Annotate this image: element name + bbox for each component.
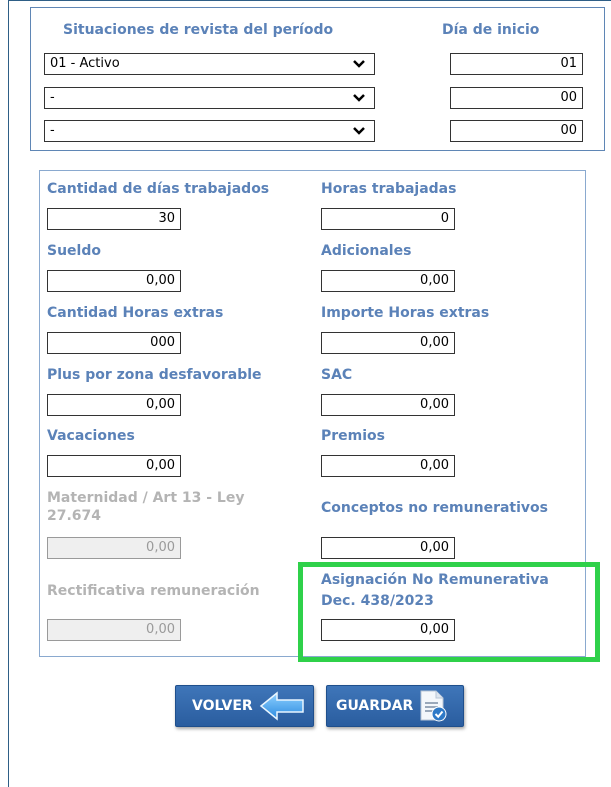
guardar-label: GUARDAR <box>336 698 414 714</box>
adicionales-input[interactable]: 0,00 <box>321 270 455 292</box>
chevron-down-icon <box>353 94 365 102</box>
vacaciones-label: Vacaciones <box>47 428 135 444</box>
horas-trabajadas-input[interactable]: 0 <box>321 208 455 230</box>
plus-zona-input[interactable]: 0,00 <box>47 394 181 416</box>
sac-label: SAC <box>321 367 353 383</box>
sac-input[interactable]: 0,00 <box>321 394 455 416</box>
situacion-select-3-value: - <box>50 123 55 138</box>
sueldo-input[interactable]: 0,00 <box>47 270 181 292</box>
situacion-select-2[interactable]: - <box>44 87 375 109</box>
dia-inicio-header: Día de inicio <box>442 22 540 38</box>
guardar-button[interactable]: GUARDAR <box>326 685 464 727</box>
importe-horas-extras-label: Importe Horas extras <box>321 305 490 321</box>
sueldo-label: Sueldo <box>47 243 101 259</box>
situaciones-header: Situaciones de revista del período <box>63 22 334 38</box>
situacion-select-1[interactable]: 01 - Activo <box>44 53 375 75</box>
document-check-icon <box>420 690 447 722</box>
conceptos-no-rem-input[interactable]: 0,00 <box>321 537 455 559</box>
volver-button[interactable]: VOLVER <box>175 685 314 727</box>
rectificativa-input: 0,00 <box>47 619 181 641</box>
volver-label: VOLVER <box>192 698 253 714</box>
maternidad-label-line1: Maternidad / Art 13 - Ley <box>47 490 245 506</box>
premios-input[interactable]: 0,00 <box>321 455 455 477</box>
dias-trabajados-input[interactable]: 30 <box>47 208 181 230</box>
cant-horas-extras-input[interactable]: 000 <box>47 332 181 354</box>
dia-inicio-input-3[interactable]: 00 <box>450 120 583 142</box>
rectificativa-label: Rectificativa remuneración <box>47 583 260 599</box>
situacion-select-2-value: - <box>50 90 55 105</box>
dias-trabajados-label: Cantidad de días trabajados <box>47 181 270 197</box>
situacion-select-3[interactable]: - <box>44 120 375 142</box>
plus-zona-label: Plus por zona desfavorable <box>47 367 262 383</box>
dia-inicio-input-2[interactable]: 00 <box>450 87 583 109</box>
arrow-left-icon <box>259 691 304 721</box>
cant-horas-extras-label: Cantidad Horas extras <box>47 305 224 321</box>
horas-trabajadas-label: Horas trabajadas <box>321 181 457 197</box>
vacaciones-input[interactable]: 0,00 <box>47 455 181 477</box>
maternidad-input: 0,00 <box>47 537 181 559</box>
chevron-down-icon <box>353 127 365 135</box>
dia-inicio-input-1[interactable]: 01 <box>450 53 583 75</box>
conceptos-no-rem-label: Conceptos no remunerativos <box>321 500 548 516</box>
highlight-box <box>298 562 600 662</box>
importe-horas-extras-input[interactable]: 0,00 <box>321 332 455 354</box>
adicionales-label: Adicionales <box>321 243 412 259</box>
maternidad-label-line2: 27.674 <box>47 508 102 524</box>
situacion-select-1-value: 01 - Activo <box>50 56 120 71</box>
premios-label: Premios <box>321 428 385 444</box>
chevron-down-icon <box>353 60 365 68</box>
